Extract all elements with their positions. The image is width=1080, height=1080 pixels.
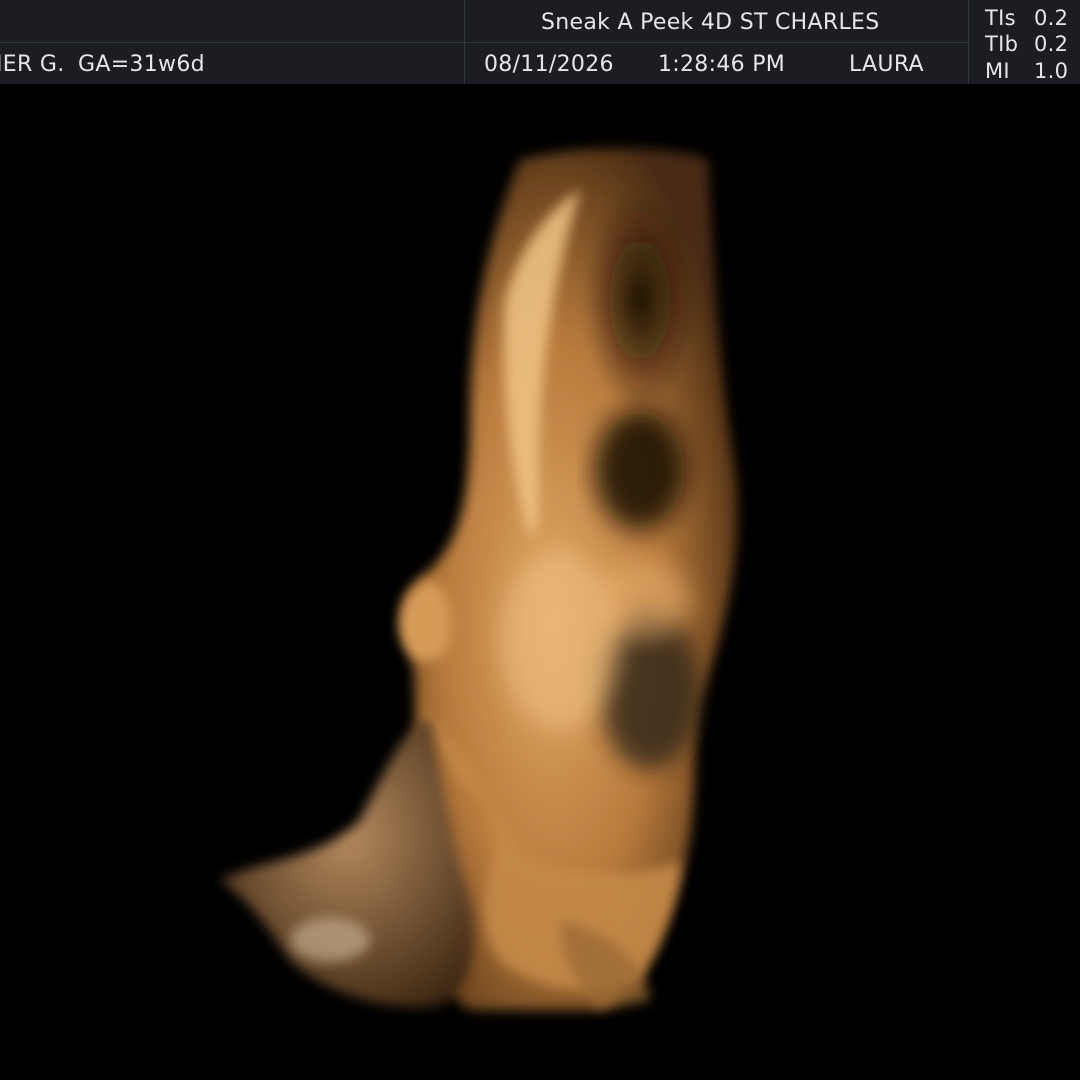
index-label-mi: MI (985, 59, 1010, 83)
index-label-tib: TIb (985, 32, 1019, 56)
header-divider-vertical (464, 0, 465, 84)
patient-name: IER G. (0, 52, 65, 77)
gestational-age: GA=31w6d (78, 52, 205, 77)
fetal-face-render (220, 148, 738, 1010)
ultrasound-header-bar: IER G. GA=31w6d Sneak A Peek 4D ST CHARL… (0, 0, 1080, 84)
index-label-tis: TIs (985, 6, 1016, 30)
index-value-mi: 1.0 (1034, 59, 1069, 83)
index-value-tis: 0.2 (1034, 6, 1069, 30)
index-value-tib: 0.2 (1034, 32, 1069, 56)
exam-time: 1:28:46 PM (658, 52, 786, 77)
clinic-name: Sneak A Peek 4D ST CHARLES (541, 10, 880, 35)
hand-volume (220, 720, 474, 1008)
header-divider-vertical (968, 0, 969, 84)
operator-name: LAURA (849, 52, 924, 77)
ultrasound-3d-render (0, 84, 1080, 1080)
exam-date: 08/11/2026 (484, 52, 614, 77)
header-divider-horizontal (0, 42, 968, 43)
